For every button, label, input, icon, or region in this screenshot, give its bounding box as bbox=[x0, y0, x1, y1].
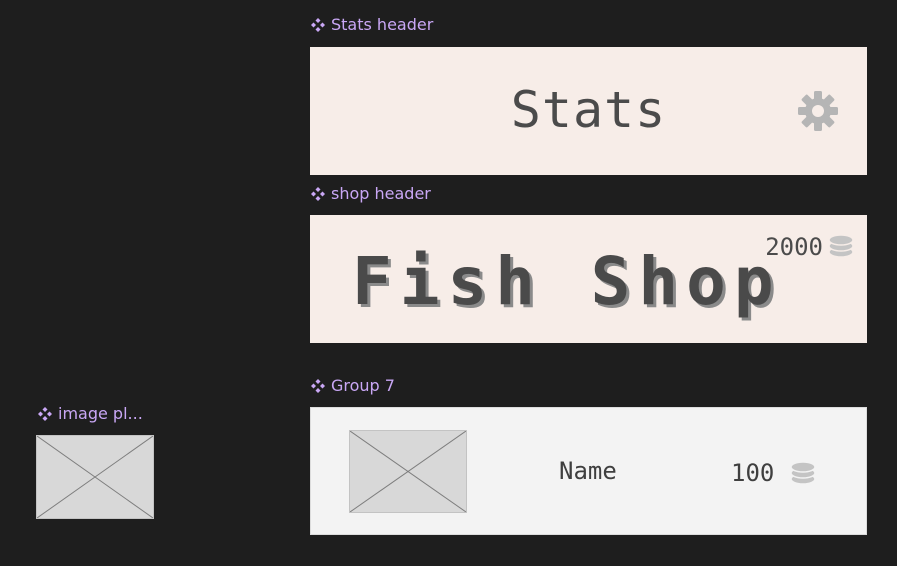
coin-balance: 2000 bbox=[765, 233, 823, 261]
shop-header-layer-label[interactable]: shop header bbox=[310, 184, 431, 203]
layer-label-text: image pl... bbox=[58, 404, 143, 423]
layer-label-text: Group 7 bbox=[331, 376, 395, 395]
image-placeholder-icon bbox=[349, 430, 467, 513]
component-diamond-icon bbox=[311, 17, 325, 32]
stats-header: Stats bbox=[310, 47, 867, 175]
image-placeholder-layer-label[interactable]: image pl... bbox=[37, 404, 143, 423]
stats-header-layer-label[interactable]: Stats header bbox=[310, 15, 433, 34]
group7-layer-label[interactable]: Group 7 bbox=[310, 376, 395, 395]
shop-header: Fish Shop 2000 bbox=[310, 215, 867, 343]
stats-title: Stats bbox=[510, 81, 667, 139]
image-placeholder-component[interactable] bbox=[36, 435, 154, 519]
layer-label-text: Stats header bbox=[331, 15, 434, 34]
component-diamond-icon bbox=[311, 186, 325, 201]
component-diamond-icon bbox=[38, 406, 52, 421]
layer-label-text: shop header bbox=[331, 184, 431, 203]
shop-title: Fish Shop bbox=[352, 243, 782, 320]
coin-stack-icon bbox=[828, 234, 854, 258]
shop-item-card[interactable]: Name 100 bbox=[310, 407, 867, 535]
image-placeholder-icon bbox=[37, 436, 153, 518]
coin-stack-icon bbox=[790, 461, 816, 485]
item-price: 100 bbox=[731, 459, 775, 487]
gear-icon[interactable] bbox=[797, 90, 839, 132]
item-name: Name bbox=[559, 457, 617, 485]
component-diamond-icon bbox=[311, 378, 325, 393]
